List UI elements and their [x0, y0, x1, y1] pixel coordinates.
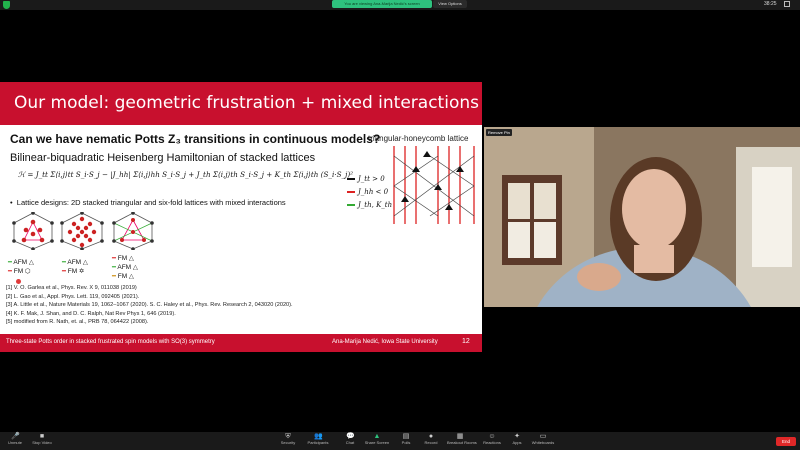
slide-question: Can we have nematic Potts Z₃ transitions…	[10, 132, 381, 146]
legend-line-jth	[347, 204, 355, 206]
lattice-note-1a: ━ AFM △	[8, 259, 34, 266]
share-screen-icon: ▲	[373, 433, 381, 440]
reference-1: [1] V. O. Garlea et al., Phys. Rev. X 9,…	[6, 285, 137, 291]
share-screen-button[interactable]: ▲ Share Screen	[364, 433, 390, 449]
bullet-text: Lattice designs: 2D stacked triangular a…	[16, 198, 286, 207]
lattice-note-2a: ━ AFM △	[62, 259, 88, 266]
remove-pin-label[interactable]: Remove Pin	[486, 129, 512, 136]
reference-3: [3] A. Little et al., Nature Materials 1…	[6, 302, 293, 309]
end-meeting-button[interactable]: End	[776, 437, 796, 446]
lattice-note-text: AFM △	[67, 259, 88, 266]
reactions-button[interactable]: ☺ Reactions	[479, 433, 505, 449]
whiteboards-button[interactable]: ▭ Whiteboards	[530, 433, 556, 449]
lattice-designs-bullet: • Lattice designs: 2D stacked triangular…	[10, 198, 286, 207]
record-label: Record	[424, 440, 438, 445]
lattice-design-1	[12, 212, 54, 250]
slide-title: Our model: geometric frustration + mixed…	[14, 93, 479, 113]
triangular-honeycomb-lattice-diagram	[393, 146, 475, 224]
participants-label: Participants	[307, 440, 329, 445]
legend-line-jhh	[347, 191, 355, 193]
footer-talk-title: Three-state Potts order in stacked frust…	[6, 339, 215, 345]
fullscreen-icon[interactable]	[784, 1, 790, 7]
chat-icon: 💬	[346, 433, 355, 440]
chat-label: Chat	[345, 440, 355, 445]
unmute-button[interactable]: 🎤 Unmute	[2, 433, 28, 449]
lattice-design-3	[112, 212, 154, 250]
unmute-label: Unmute	[7, 440, 22, 445]
top-bar: You are viewing Ana-Marija Nedić's scree…	[0, 0, 800, 10]
polls-label: Polls	[401, 440, 411, 445]
lattice-note-3a: ━ FM △	[112, 255, 134, 262]
lattice-note-text: FM △	[117, 255, 134, 262]
references: [1] V. O. Garlea et al., Phys. Rev. X 9,…	[6, 284, 293, 327]
apps-button[interactable]: ✦ Apps	[504, 433, 530, 449]
screen-share-banner: You are viewing Ana-Marija Nedić's scree…	[332, 0, 432, 8]
security-label: Security	[280, 440, 296, 445]
lattice-note-text: FM ✡	[67, 268, 85, 275]
record-button[interactable]: ● Record	[418, 433, 444, 449]
reactions-label: Reactions	[483, 440, 501, 445]
stop-video-label: Stop Video	[32, 440, 52, 445]
hamiltonian-title: Bilinear-biquadratic Heisenberg Hamilton…	[10, 152, 316, 164]
participant-video-tile[interactable]: Remove Pin	[484, 127, 800, 307]
meeting-toolbar: 🎤 Unmute ■ Stop Video ⛨ Security 👥 Participa…	[0, 432, 800, 450]
participants-icon: 👥	[314, 433, 323, 440]
legend-jth: J_th, K_th	[358, 201, 393, 209]
legend-line-jtt	[347, 178, 355, 180]
hamiltonian-equation: ℋ = J_tt Σ⟨i,j⟩tt S_i·S_j − |J_hh| Σ⟨i,j…	[18, 170, 354, 179]
apps-icon: ✦	[514, 433, 520, 440]
legend-jhh: J_hh < 0	[358, 188, 389, 196]
share-screen-label: Share Screen	[364, 440, 390, 445]
slide-footer: Three-state Potts order in stacked frust…	[0, 334, 482, 352]
reactions-icon: ☺	[488, 433, 496, 440]
lattice-note-text: AFM △	[117, 264, 138, 271]
shared-slide: Our model: geometric frustration + mixed…	[0, 82, 482, 352]
stop-video-button[interactable]: ■ Stop Video	[29, 433, 55, 449]
slide-title-bar: Our model: geometric frustration + mixed…	[0, 82, 482, 125]
breakout-rooms-label: Breakout Rooms	[447, 440, 477, 445]
slide-page-number: 12	[462, 338, 470, 345]
apps-label: Apps	[512, 440, 522, 445]
lattice-note-text: FM △	[117, 273, 134, 280]
footer-author: Ana-Marija Nedić, Iowa State University	[332, 339, 438, 345]
breakout-rooms-button[interactable]: ▦ Breakout Rooms	[447, 433, 477, 449]
whiteboards-label: Whiteboards	[531, 440, 555, 445]
lattice-note-3b: ━ AFM △	[112, 264, 138, 271]
lattice-note-text: AFM △	[13, 259, 34, 266]
lattice-label: triangular-honeycomb lattice	[368, 134, 469, 143]
shield-icon: ⛨	[285, 433, 291, 440]
chat-button[interactable]: 💬 Chat	[337, 433, 363, 449]
mic-muted-icon: 🎤	[11, 433, 20, 440]
breakout-icon: ▦	[456, 433, 464, 440]
participants-button[interactable]: 👥 Participants	[305, 433, 331, 449]
record-icon: ●	[428, 433, 434, 440]
reference-5: [5] modified from R. Nath, et. al., PRB …	[6, 319, 149, 326]
lattice-note-2b: ━ FM ✡	[62, 268, 85, 275]
meeting-timer: 38:25	[764, 1, 777, 7]
reference-4: [4] K. F. Mak, J. Shan, and D. C. Ralph,…	[6, 310, 176, 317]
lattice-design-2	[60, 212, 104, 250]
participant-video-feed	[484, 127, 800, 307]
polls-icon: ▤	[402, 433, 410, 440]
lattice-note-1b: ━ FM ⬡	[8, 268, 31, 275]
lattice-note-3c: ━ FM △	[112, 273, 134, 280]
video-icon: ■	[39, 433, 45, 440]
lattice-note-text: FM ⬡	[13, 268, 31, 275]
security-shield-icon[interactable]	[3, 1, 10, 9]
security-button[interactable]: ⛨ Security	[275, 433, 301, 449]
reference-2: [2] L. Gao et al., Appl. Phys. Lett. 119…	[6, 293, 140, 300]
polls-button[interactable]: ▤ Polls	[393, 433, 419, 449]
whiteboard-icon: ▭	[539, 433, 547, 440]
legend-jtt: J_tt > 0	[358, 175, 385, 183]
view-options-button[interactable]: View Options	[433, 0, 467, 8]
